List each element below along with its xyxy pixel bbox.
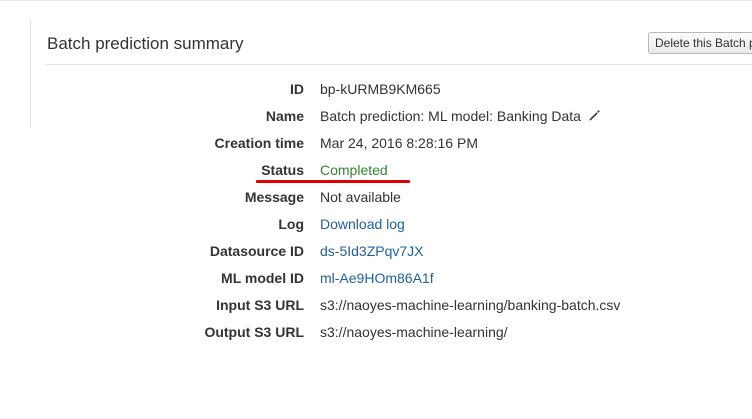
detail-row-datasource-id: Datasource ID ds-5Id3ZPqv7JX (0, 243, 752, 263)
id-value: bp-kURMB9KM665 (320, 81, 441, 97)
status-value: Completed (320, 162, 388, 178)
input-s3-url-label: Input S3 URL (216, 297, 304, 313)
detail-row-output-s3-url: Output S3 URL s3://naoyes-machine-learni… (0, 324, 752, 344)
output-s3-url-value: s3://naoyes-machine-learning/ (320, 324, 508, 340)
ml-model-id-link[interactable]: ml-Ae9HOm86A1f (320, 270, 434, 286)
name-value: Batch prediction: ML model: Banking Data (320, 108, 581, 124)
message-label: Message (244, 189, 304, 205)
top-divider (0, 0, 752, 1)
detail-row-log: Log Download log (0, 216, 752, 236)
creation-time-value: Mar 24, 2016 8:28:16 PM (320, 135, 478, 151)
pencil-icon[interactable] (588, 109, 601, 122)
detail-row-ml-model-id: ML model ID ml-Ae9HOm86A1f (0, 270, 752, 290)
detail-row-input-s3-url: Input S3 URL s3://naoyes-machine-learnin… (0, 297, 752, 317)
output-s3-url-label: Output S3 URL (204, 324, 304, 340)
message-value: Not available (320, 189, 401, 205)
log-label: Log (278, 216, 304, 232)
datasource-id-label: Datasource ID (209, 243, 304, 259)
batch-prediction-page: Batch prediction summary Delete this Bat… (0, 0, 752, 419)
detail-row-message: Message Not available (0, 189, 752, 209)
id-label: ID (290, 81, 304, 97)
ml-model-id-label: ML model ID (221, 270, 304, 286)
delete-batch-prediction-button[interactable]: Delete this Batch prediction (648, 32, 752, 54)
header-divider (46, 64, 752, 65)
input-s3-url-value: s3://naoyes-machine-learning/banking-bat… (320, 297, 621, 313)
datasource-id-link[interactable]: ds-5Id3ZPqv7JX (320, 243, 424, 259)
name-value-wrapper: Batch prediction: ML model: Banking Data (320, 108, 601, 124)
detail-row-name: Name Batch prediction: ML model: Banking… (0, 108, 752, 128)
detail-row-id: ID bp-kURMB9KM665 (0, 81, 752, 101)
status-label: Status (261, 162, 304, 178)
download-log-link[interactable]: Download log (320, 216, 405, 232)
panel-title: Batch prediction summary (47, 34, 244, 53)
name-label: Name (265, 108, 304, 124)
status-highlight-underline (256, 180, 410, 183)
creation-time-label: Creation time (214, 135, 304, 151)
detail-row-status: Status Completed (0, 162, 752, 182)
detail-row-creation-time: Creation time Mar 24, 2016 8:28:16 PM (0, 135, 752, 155)
